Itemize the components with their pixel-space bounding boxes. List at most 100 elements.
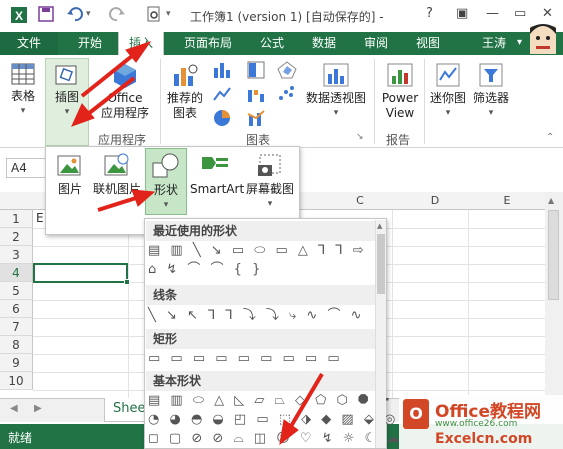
row-header[interactable]: 3 [0,246,33,264]
row-header[interactable]: 9 [0,354,33,372]
row-header[interactable]: 1 [0,210,33,228]
excel-logo-icon: X [10,6,28,28]
shapes-button[interactable]: 形状 ▾ [145,148,187,215]
row-header[interactable]: 6 [0,300,33,318]
print-preview-icon[interactable] [146,6,162,26]
power-view-icon [387,63,413,87]
scroll-thumb[interactable] [548,210,559,300]
shapes-dropdown-icon: ▾ [163,200,169,210]
scroll-thumb[interactable] [377,234,385,294]
tab-file[interactable]: 文件 [0,32,58,55]
avatar[interactable] [528,20,558,57]
ribbon-display-icon[interactable]: ▣ [456,6,468,21]
column-chart-icon[interactable] [212,60,232,83]
pivot-chart-button[interactable]: 数据透视图 ▾ [302,62,370,121]
recent-shapes-row[interactable]: ⌂ ↯ ⌒ ⌒ { } [148,261,263,279]
redo-icon[interactable] [108,6,126,26]
ribbon-separator [160,59,161,144]
tab-insert[interactable]: 插入 [118,32,164,55]
svg-text:X: X [15,9,23,23]
tab-formulas[interactable]: 公式 [252,32,292,55]
selected-cell-a4[interactable] [33,263,128,283]
tab-home[interactable]: 开始 [68,32,112,55]
undo-dropdown-icon[interactable]: ▾ [86,9,91,19]
basic-shapes-row[interactable]: ◻ ▢ ⊘ ⊘ ⌓ ◫ ☺ ♡ ↯ ☼ ☾ ☁ [148,430,402,448]
customize-toolbar-icon[interactable]: ▾ [166,9,171,19]
shapes-icon [152,153,179,178]
next-sheet-icon[interactable]: ▶ [34,403,42,414]
tab-page-layout[interactable]: 页面布局 [176,32,240,55]
radar-chart-icon[interactable] [276,60,298,83]
watermark-url: www.office26.com [435,419,518,429]
screenshot-label: 屏幕截图 [245,182,294,196]
user-name[interactable]: 王涛 [482,32,506,54]
basic-shapes-row[interactable]: ◔ ◕ ◓ ◒ ◰ ▭ ⬚ ⬗ ◆ ▨ ⬙ ◎ [148,411,398,429]
title-bar: X ▾ ▾ 工作簿1 (version 1) [自动保存的] - ? ▣ — ▭… [0,0,563,32]
close-button[interactable]: ✕ [542,6,553,21]
recommended-charts-button[interactable]: 推荐的 图表 [164,62,206,121]
help-button[interactable]: ? [426,6,433,21]
scroll-up-icon[interactable]: ▲ [377,222,382,230]
sparkline-label: 迷你图 [429,91,466,105]
pie-chart-icon[interactable] [212,108,232,131]
row-header[interactable]: 4 [0,264,33,282]
line-chart-icon[interactable] [212,84,232,107]
vertical-scrollbar[interactable]: ▲ [545,192,563,402]
section-basic-shapes: 基本形状 [146,371,376,391]
pivot-chart-label: 数据透视图 [305,91,366,105]
office-apps-button[interactable]: Office 应用程序 [94,62,156,121]
sparkline-dropdown-icon: ▾ [445,108,451,118]
recent-shapes-row[interactable]: ▤ ▥ ╲ ↘ ▭ ⬭ ▭ △ ⅂ ⅂ ⇨ ⇩ [148,242,388,260]
power-view-label-2: View [385,106,415,120]
filter-button[interactable]: 筛选器 ▾ [470,62,512,121]
recommended-charts-label-1: 推荐的 [166,91,203,105]
row-header[interactable]: 7 [0,318,33,336]
basic-shapes-row[interactable]: ▤ ▥ ⬭ △ ◺ ▱ ⏢ ◇ ⬠ ⬡ ⯃ ✚ [148,392,392,410]
name-box[interactable]: A4 [6,158,46,178]
combo-chart-icon[interactable] [246,108,266,131]
illustrations-button[interactable]: 插图 ▾ [45,58,89,146]
power-view-button[interactable]: Power View [378,62,422,121]
table-button[interactable]: 表格 ▾ [6,62,40,119]
scatter-chart-icon[interactable] [276,84,296,107]
tab-data[interactable]: 数据 [304,32,344,55]
shapes-scrollbar[interactable]: ▲ [375,220,386,448]
smartart-button[interactable]: SmartArt [190,153,244,197]
tab-review[interactable]: 审阅 [356,32,396,55]
fill-handle[interactable] [124,279,130,285]
user-dropdown-icon[interactable]: ▾ [517,32,522,54]
cell-a1[interactable]: E [36,211,44,225]
lines-row[interactable]: ╲ ↘ ↖ ⅂ ⅂ ⤵ ⤵ ⤷ ∿ ⌒ ∿ [148,307,365,325]
picture-button[interactable]: 图片 [52,153,88,197]
waterfall-chart-icon[interactable] [246,84,266,107]
screenshot-button[interactable]: 屏幕截图 ▾ [242,153,298,212]
dialog-launcher-icon[interactable]: ↘ [356,132,364,142]
prev-sheet-icon[interactable]: ◀ [10,403,18,414]
row-header[interactable]: 8 [0,336,33,354]
save-icon[interactable] [38,6,54,26]
table-dropdown-icon: ▾ [20,106,26,116]
column-header-d[interactable]: D [425,194,445,207]
illustrations-label: 插图 [54,90,79,104]
pivot-chart-dropdown-icon: ▾ [333,108,339,118]
column-header-e[interactable]: E [497,194,517,207]
minimize-button[interactable]: — [486,6,499,21]
row-header[interactable]: 2 [0,228,33,246]
tab-view[interactable]: 视图 [408,32,448,55]
row-header[interactable]: 5 [0,282,33,300]
restore-button[interactable]: ▭ [514,6,526,21]
grid-line [468,210,469,400]
online-picture-button[interactable]: 联机图片 [90,153,144,197]
undo-icon[interactable] [66,6,84,26]
collapse-ribbon-icon[interactable]: ⌃ [546,132,554,143]
hierarchy-chart-icon[interactable] [246,60,266,83]
row-header[interactable]: 10 [0,372,33,390]
column-header-c[interactable]: C [350,194,370,207]
scroll-up-icon[interactable]: ▲ [548,196,554,205]
office-apps-label-2: 应用程序 [100,106,149,120]
office-apps-label-1: Office [107,91,143,105]
rectangles-row[interactable]: ▭ ▭ ▭ ▭ ▭ ▭ ▭ ▭ ▭ [148,350,343,368]
sparkline-button[interactable]: 迷你图 ▾ [428,62,468,121]
screenshot-icon [258,154,281,176]
section-recent-shapes: 最近使用的形状 [146,221,376,241]
